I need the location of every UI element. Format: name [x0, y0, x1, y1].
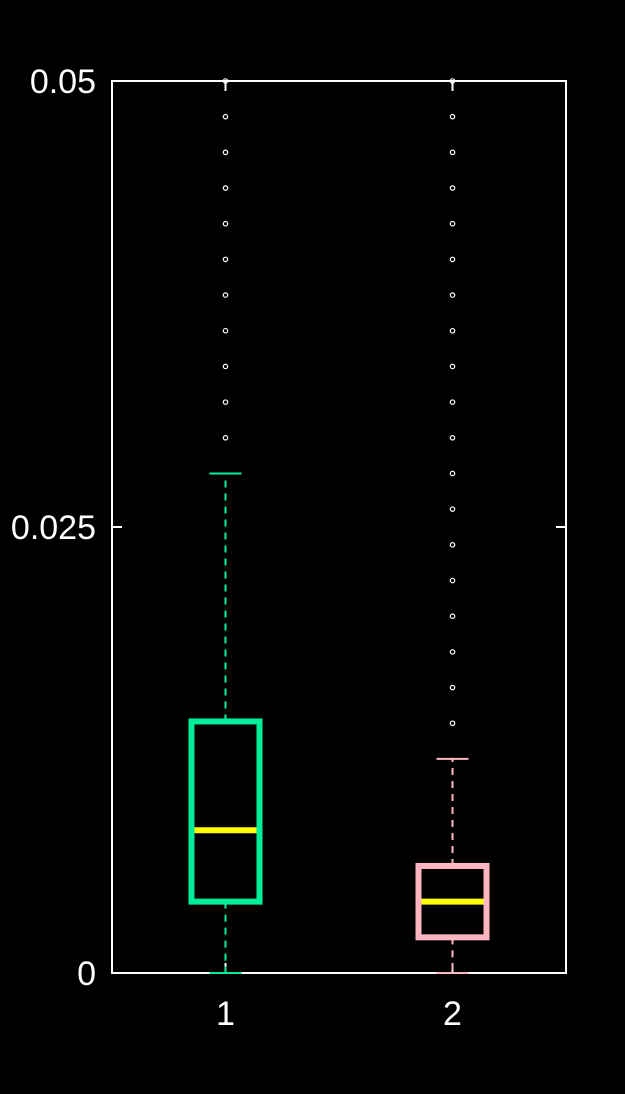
y-tick-label: 0.05 [30, 63, 96, 101]
x-tick-label: 1 [216, 995, 235, 1033]
x-tick-label: 2 [443, 995, 462, 1033]
y-tick-label: 0 [77, 955, 96, 993]
chart-background [0, 0, 625, 1094]
y-tick-label: 0.025 [11, 509, 96, 547]
box-plot-chart: 0 0.025 0.05 1 2 [0, 0, 625, 1094]
